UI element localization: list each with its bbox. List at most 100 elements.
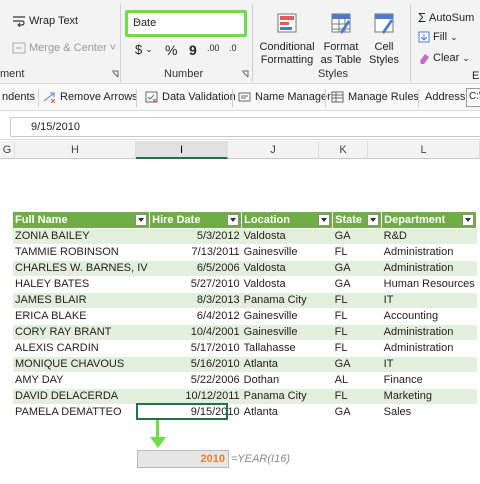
location-cell[interactable]: Gainesville — [241, 324, 333, 341]
name-cell[interactable]: DAVID DELACERDA — [13, 388, 150, 405]
table-row: ZONIA BAILEY 5/3/2012 Valdosta GA R&D — [13, 228, 477, 245]
filter-dropdown-icon[interactable] — [462, 214, 475, 226]
name-cell[interactable]: AMY DAY — [13, 372, 150, 389]
state-cell[interactable]: FL — [332, 292, 382, 309]
state-cell[interactable]: FL — [332, 308, 382, 325]
number-dialog-launcher-icon[interactable] — [241, 70, 249, 78]
state-cell[interactable]: GA — [332, 404, 382, 421]
address-input[interactable]: C:\ — [466, 88, 480, 107]
state-cell[interactable]: GA — [332, 356, 382, 373]
dialog-launcher-icon[interactable] — [111, 70, 119, 78]
decrease-decimal-icon: .0 — [229, 43, 237, 53]
column-header-j[interactable]: J — [228, 141, 319, 159]
name-cell[interactable]: ZONIA BAILEY — [13, 228, 150, 245]
format-as-table-button[interactable]: Format as Table — [318, 12, 364, 67]
state-cell[interactable]: GA — [332, 276, 382, 293]
department-cell[interactable]: Administration — [381, 340, 477, 357]
autosum-button[interactable]: Σ AutoSum — [418, 10, 474, 25]
location-cell[interactable]: Valdosta — [241, 260, 333, 277]
percent-button[interactable]: % — [165, 42, 177, 58]
location-cell[interactable]: Gainesville — [241, 308, 333, 325]
hire-date-cell[interactable]: 5/16/2010 — [149, 356, 242, 373]
increase-decimal-button[interactable]: .00 — [207, 43, 220, 53]
location-cell[interactable]: Valdosta — [241, 276, 333, 293]
hire-date-cell[interactable]: 6/4/2012 — [149, 308, 242, 325]
trace-dependents-label: ndents — [2, 91, 36, 103]
remove-arrows-button[interactable]: Remove Arrows — [43, 91, 138, 103]
cell-styles-button[interactable]: Cell Styles — [364, 12, 404, 67]
manage-rules-label: Manage Rules — [348, 91, 419, 103]
department-cell[interactable]: Accounting — [381, 308, 477, 325]
filter-dropdown-icon[interactable] — [227, 214, 240, 226]
manage-rules-button[interactable]: Manage Rules — [331, 91, 419, 103]
currency-button[interactable]: $ ⌄ — [135, 42, 153, 57]
state-cell[interactable]: FL — [332, 340, 382, 357]
column-header-h[interactable]: H — [15, 141, 136, 159]
name-cell[interactable]: ERICA BLAKE — [13, 308, 150, 325]
name-cell[interactable]: CHARLES W. BARNES, IV — [13, 260, 150, 277]
hire-date-cell[interactable]: 5/27/2010 — [149, 276, 242, 293]
wrap-text-button[interactable]: Wrap Text — [12, 15, 78, 27]
filter-dropdown-icon[interactable] — [135, 214, 148, 226]
hire-date-cell[interactable]: 7/13/2011 — [149, 244, 242, 261]
department-cell[interactable]: Administration — [381, 260, 477, 277]
name-cell[interactable]: MONIQUE CHAVOUS — [13, 356, 150, 373]
location-cell[interactable]: Valdosta — [241, 228, 333, 245]
number-format-dropdown[interactable]: Date ⌄ — [125, 10, 247, 37]
comma-button[interactable]: 9 — [189, 42, 197, 58]
name-cell[interactable]: PAMELA DEMATTEO — [13, 404, 150, 421]
decrease-decimal-button[interactable]: .0 — [229, 43, 237, 53]
column-header-g[interactable]: G — [0, 141, 15, 159]
state-cell[interactable]: GA — [332, 260, 382, 277]
location-cell[interactable]: Panama City — [241, 292, 333, 309]
location-cell[interactable]: Atlanta — [241, 356, 333, 373]
name-cell[interactable]: ALEXIS CARDIN — [13, 340, 150, 357]
trace-dependents-button[interactable]: ndents — [2, 91, 35, 103]
filter-dropdown-icon[interactable] — [318, 214, 331, 226]
column-header-k[interactable]: K — [319, 141, 368, 159]
hire-date-cell[interactable]: 5/17/2010 — [149, 340, 242, 357]
location-cell[interactable]: Dothan — [241, 372, 333, 389]
department-cell[interactable]: IT — [381, 292, 477, 309]
department-cell[interactable]: Sales — [381, 404, 477, 421]
name-cell[interactable]: CORY RAY BRANT — [13, 324, 150, 341]
column-header-i[interactable]: I — [136, 141, 228, 159]
hire-date-cell[interactable]: 5/3/2012 — [149, 228, 242, 245]
name-manager-button[interactable]: Name Manager — [238, 91, 331, 103]
location-cell[interactable]: Gainesville — [241, 244, 333, 261]
department-cell[interactable]: Human Resources — [381, 276, 477, 293]
state-cell[interactable]: GA — [332, 228, 382, 245]
state-cell[interactable]: FL — [332, 388, 382, 405]
department-cell[interactable]: R&D — [381, 228, 477, 245]
department-cell[interactable]: Marketing — [381, 388, 477, 405]
year-result-cell[interactable]: 2010 — [137, 450, 229, 468]
department-cell[interactable]: IT — [381, 356, 477, 373]
name-cell[interactable]: JAMES BLAIR — [13, 292, 150, 309]
separator — [410, 4, 411, 82]
department-cell[interactable]: Administration — [381, 324, 477, 341]
location-cell[interactable]: Atlanta — [241, 404, 333, 421]
hire-date-cell[interactable]: 5/22/2006 — [149, 372, 242, 389]
hire-date-cell[interactable]: 6/5/2006 — [149, 260, 242, 277]
hire-date-cell[interactable]: 9/15/2010 — [149, 404, 242, 421]
name-cell[interactable]: TAMMIE ROBINSON — [13, 244, 150, 261]
formula-input[interactable]: 9/15/2010 — [10, 117, 480, 137]
location-cell[interactable]: Panama City — [241, 388, 333, 405]
column-header-l[interactable]: L — [368, 141, 480, 159]
state-cell[interactable]: FL — [332, 324, 382, 341]
merge-center-button[interactable]: Merge & Center ˅ — [12, 42, 116, 54]
department-cell[interactable]: Finance — [381, 372, 477, 389]
name-cell[interactable]: HALEY BATES — [13, 276, 150, 293]
filter-dropdown-icon[interactable] — [367, 214, 380, 226]
fill-button[interactable]: Fill ⌄ — [418, 31, 458, 43]
department-cell[interactable]: Administration — [381, 244, 477, 261]
conditional-formatting-button[interactable]: Conditional Formatting — [258, 12, 316, 67]
state-cell[interactable]: AL — [332, 372, 382, 389]
data-validation-button[interactable]: Data Validation — [145, 91, 236, 103]
hire-date-cell[interactable]: 10/12/2011 — [149, 388, 242, 405]
hire-date-cell[interactable]: 8/3/2013 — [149, 292, 242, 309]
hire-date-cell[interactable]: 10/4/2001 — [149, 324, 242, 341]
state-cell[interactable]: FL — [332, 244, 382, 261]
location-cell[interactable]: Tallahasse — [241, 340, 333, 357]
clear-button[interactable]: Clear ⌄ — [418, 52, 470, 64]
